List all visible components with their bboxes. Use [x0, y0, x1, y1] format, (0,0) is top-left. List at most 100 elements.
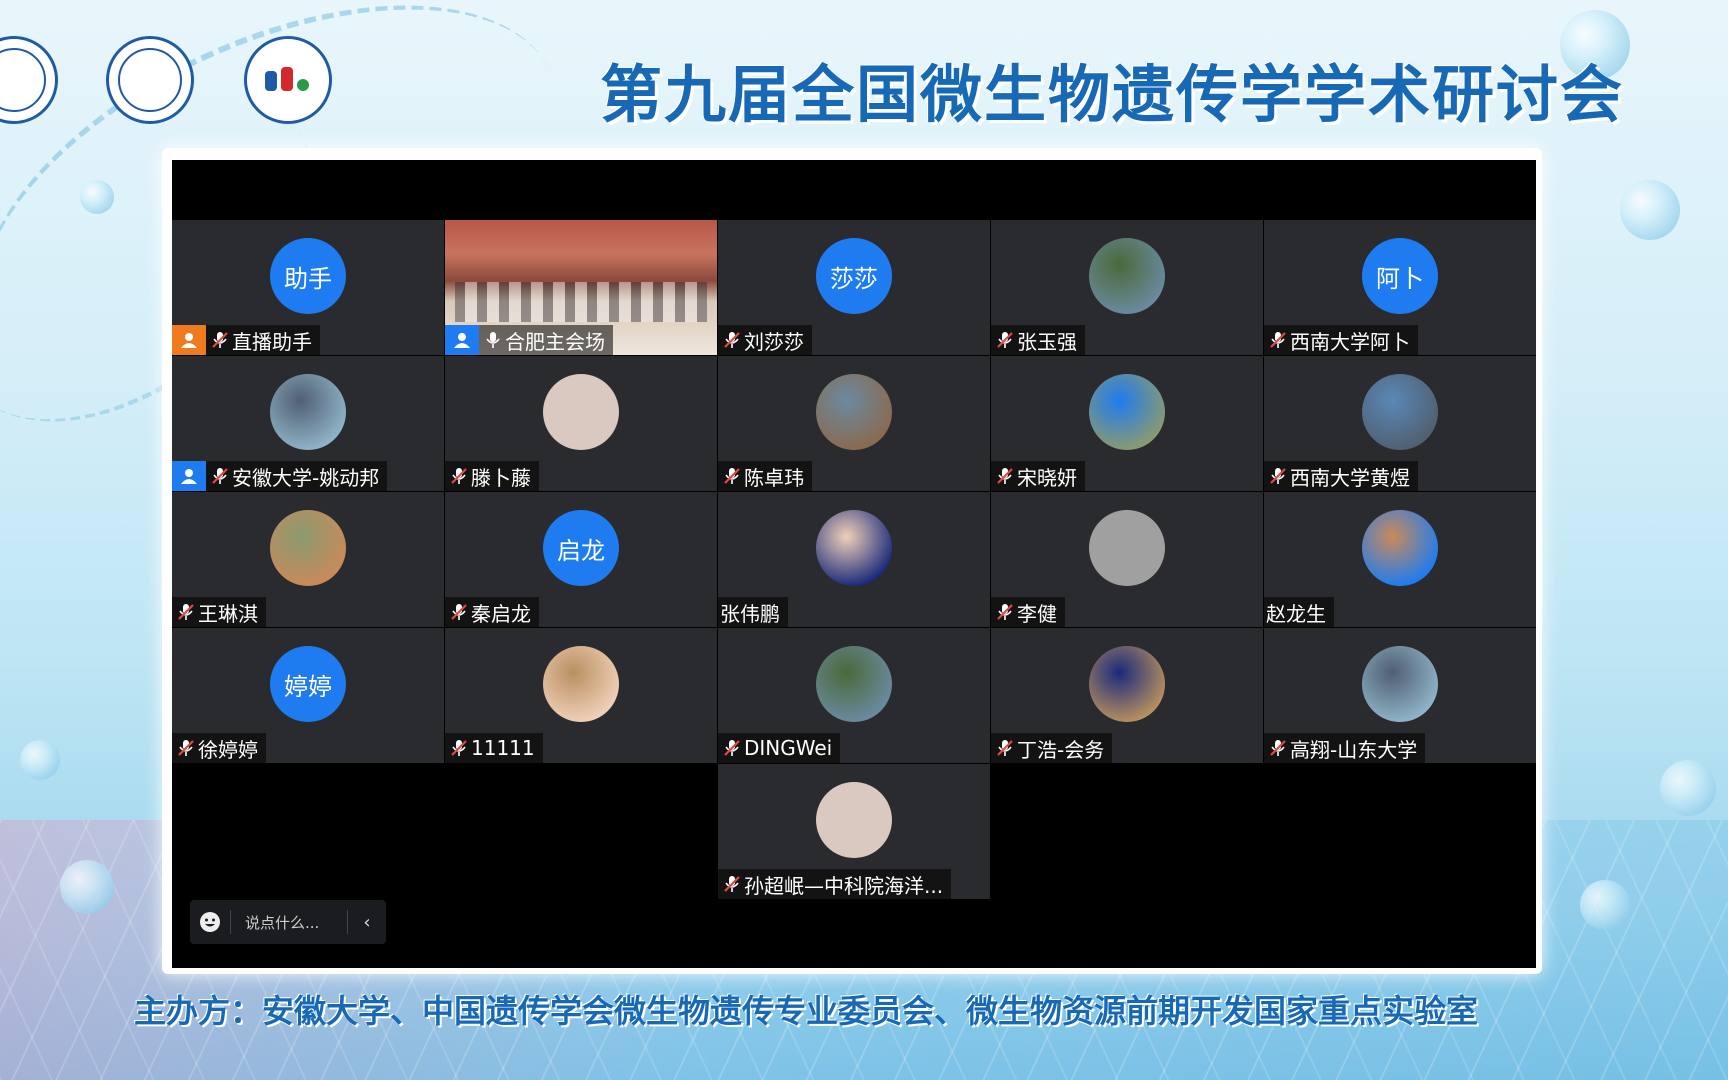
avatar: [270, 510, 346, 586]
avatar: 婷婷: [270, 646, 346, 722]
mic-muted-icon: [722, 330, 742, 350]
participant-name: 高翔-山东大学: [1290, 737, 1418, 762]
participant-name: 秦启龙: [471, 601, 531, 626]
person-icon: [445, 325, 479, 355]
molecule-bubble: [1660, 760, 1716, 816]
mic-muted-icon: [722, 466, 742, 486]
participant-tile[interactable]: 11111: [445, 628, 717, 763]
mic-muted-icon: [449, 738, 469, 758]
chevron-left-icon[interactable]: ‹: [348, 912, 386, 933]
participant-name-bar: 陈卓玮: [718, 461, 812, 491]
avatar: 助手: [270, 238, 346, 314]
participant-name: 赵龙生: [1266, 601, 1326, 626]
participant-name-bar: 张玉强: [991, 325, 1085, 355]
participant-tile[interactable]: 西南大学黄煜: [1264, 356, 1536, 491]
participant-tile[interactable]: 婷婷 徐婷婷: [172, 628, 444, 763]
conference-title: 第九届全国微生物遗传学学术研讨会: [600, 58, 1625, 131]
participant-name-bar: 直播助手: [172, 325, 320, 355]
avatar: 启龙: [543, 510, 619, 586]
meeting-screen: 助手 直播助手 合肥主会场 莎莎 刘莎莎 张玉强 阿卜 西南大学阿卜 安徽大学-姚动邦 滕卜藤 陈卓…: [172, 160, 1536, 968]
participant-name: 合肥主会场: [505, 329, 605, 354]
mic-muted-icon: [449, 602, 469, 622]
avatar: [1362, 646, 1438, 722]
mic-muted-icon: [210, 330, 230, 350]
participant-tile[interactable]: 助手直播助手: [172, 220, 444, 355]
participant-tile[interactable]: 莎莎 刘莎莎: [718, 220, 990, 355]
participant-tile[interactable]: DINGWei: [718, 628, 990, 763]
avatar: [816, 646, 892, 722]
participant-name: 滕卜藤: [471, 465, 531, 490]
participant-tile[interactable]: 丁浩-会务: [991, 628, 1263, 763]
participant-name: 安徽大学-姚动邦: [232, 465, 380, 490]
participant-tile[interactable]: 滕卜藤: [445, 356, 717, 491]
smiley-icon[interactable]: [190, 911, 230, 933]
mic-muted-icon: [995, 738, 1015, 758]
participant-name: 宋晓妍: [1017, 465, 1077, 490]
participant-tile[interactable]: 孙超岷—中科院海洋...: [718, 764, 990, 899]
participant-name-bar: 安徽大学-姚动邦: [172, 461, 388, 491]
avatar: 莎莎: [816, 238, 892, 314]
participant-tile[interactable]: 王琳淇: [172, 492, 444, 627]
molecule-bubble: [80, 180, 114, 214]
participant-name: 西南大学阿卜: [1290, 329, 1410, 354]
participant-name: 陈卓玮: [744, 465, 804, 490]
participant-name: 刘莎莎: [744, 329, 804, 354]
avatar: [543, 646, 619, 722]
participant-tile[interactable]: 张伟鹏: [718, 492, 990, 627]
participant-tile[interactable]: 合肥主会场: [445, 220, 717, 355]
participant-tile[interactable]: 张玉强: [991, 220, 1263, 355]
participant-name-bar: 王琳淇: [172, 597, 266, 627]
avatar: [816, 374, 892, 450]
participant-tile[interactable]: 安徽大学-姚动邦: [172, 356, 444, 491]
mic-muted-icon: [995, 330, 1015, 350]
genetics-society-logo: [106, 36, 194, 124]
participant-name: 西南大学黄煜: [1290, 465, 1410, 490]
avatar: [1089, 510, 1165, 586]
participant-name-bar: 刘莎莎: [718, 325, 812, 355]
participant-name-bar: 宋晓妍: [991, 461, 1085, 491]
avatar: [1089, 374, 1165, 450]
participant-tile[interactable]: 阿卜西南大学阿卜: [1264, 220, 1536, 355]
avatar: [1362, 510, 1438, 586]
chat-bar[interactable]: 说点什么... ‹: [190, 900, 386, 944]
avatar: [1362, 374, 1438, 450]
participant-name: 张伟鹏: [720, 601, 780, 626]
avatar: [270, 374, 346, 450]
mic-muted-icon: [176, 602, 196, 622]
participant-name-bar: 高翔-山东大学: [1264, 733, 1426, 763]
participant-tile[interactable]: 李健: [991, 492, 1263, 627]
molecule-bubble: [1580, 880, 1630, 930]
person-icon: [172, 461, 206, 491]
organizer-logo: [244, 36, 332, 124]
participant-name-bar: 李健: [991, 597, 1065, 627]
participant-name: 徐婷婷: [198, 737, 258, 762]
molecule-bubble: [20, 740, 60, 780]
mic-muted-icon: [210, 466, 230, 486]
mic-muted-icon: [995, 466, 1015, 486]
participant-name-bar: 秦启龙: [445, 597, 539, 627]
avatar: [543, 374, 619, 450]
participant-tile[interactable]: 宋晓妍: [991, 356, 1263, 491]
avatar: [1089, 646, 1165, 722]
participant-tile[interactable]: 高翔-山东大学: [1264, 628, 1536, 763]
molecule-bubble: [1620, 180, 1680, 240]
mic-muted-icon: [1268, 466, 1288, 486]
participant-name: 王琳淇: [198, 601, 258, 626]
participant-name-bar: 西南大学阿卜: [1264, 325, 1418, 355]
mic-muted-icon: [995, 602, 1015, 622]
avatar: [816, 782, 892, 858]
ahu-logo: [0, 36, 58, 124]
participant-name: 李健: [1017, 601, 1057, 626]
participant-grid: 助手 直播助手 合肥主会场 莎莎 刘莎莎 张玉强 阿卜 西南大学阿卜 安徽大学-姚动邦 滕卜藤 陈卓…: [172, 220, 1536, 899]
participant-tile[interactable]: 陈卓玮: [718, 356, 990, 491]
mic-muted-icon: [1268, 738, 1288, 758]
participant-name-bar: 滕卜藤: [445, 461, 539, 491]
participant-name-bar: 孙超岷—中科院海洋...: [718, 869, 952, 899]
participant-name-bar: 11111: [445, 733, 543, 763]
avatar: 阿卜: [1362, 238, 1438, 314]
participant-name-bar: 丁浩-会务: [991, 733, 1113, 763]
empty-slot: [445, 764, 717, 899]
participant-tile[interactable]: 启龙 秦启龙: [445, 492, 717, 627]
chat-input[interactable]: 说点什么...: [231, 912, 347, 933]
participant-tile[interactable]: 赵龙生: [1264, 492, 1536, 627]
